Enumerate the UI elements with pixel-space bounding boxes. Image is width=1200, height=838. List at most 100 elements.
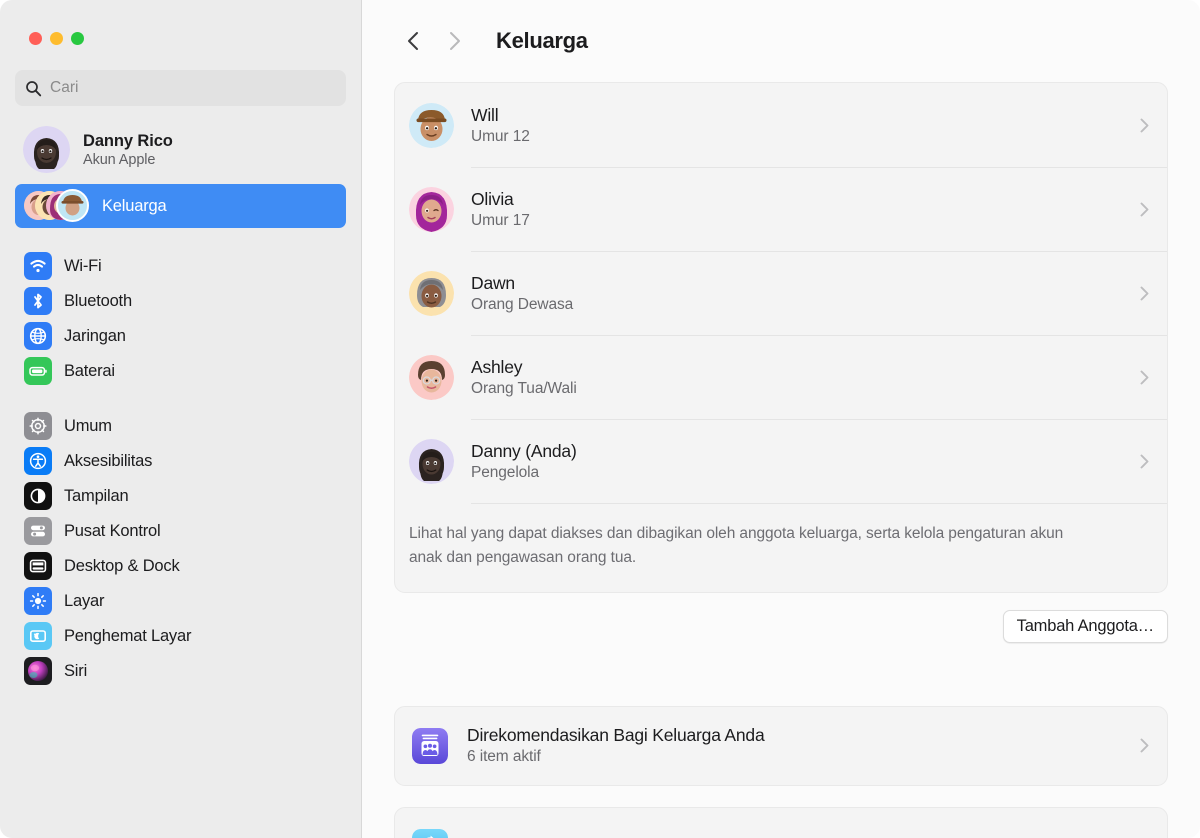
wifi-icon xyxy=(24,252,52,280)
globe-icon xyxy=(24,322,52,350)
member-text: Will Umur 12 xyxy=(471,105,1137,146)
display-brightness-icon xyxy=(24,587,52,615)
desktop-dock-icon xyxy=(24,552,52,580)
control-center-icon xyxy=(24,517,52,545)
member-role: Orang Dewasa xyxy=(471,295,574,313)
sidebar-item-label: Jaringan xyxy=(64,326,126,345)
avatar xyxy=(409,270,454,316)
member-name: Ashley xyxy=(471,356,523,377)
subscriptions-card[interactable]: Langganan xyxy=(394,806,1168,838)
family-jar-icon xyxy=(412,727,448,764)
table-row[interactable]: Will Umur 12 xyxy=(395,83,1167,167)
bluetooth-icon xyxy=(24,287,52,315)
sidebar-item-wifi[interactable]: Wi-Fi xyxy=(15,249,346,283)
sidebar-item-aksesibilitas[interactable]: Aksesibilitas xyxy=(15,444,346,478)
sidebar-item-label: Baterai xyxy=(64,361,115,380)
card-spacer xyxy=(394,786,1168,807)
add-member-button[interactable]: Tambah Anggota… xyxy=(1002,609,1168,643)
account-subtitle: Akun Apple xyxy=(83,151,156,168)
sidebar-item-label: Wi-Fi xyxy=(64,256,102,275)
sidebar-item-keluarga[interactable]: Keluarga xyxy=(15,184,346,228)
family-members-card: Will Umur 12 Olivia Umur 17 Dawn Orang D… xyxy=(394,82,1168,593)
maximize-window-button[interactable] xyxy=(71,32,84,45)
member-name: Danny (Anda) xyxy=(471,440,577,461)
sidebar-item-penghemat-layar[interactable]: Penghemat Layar xyxy=(15,619,346,653)
minimize-window-button[interactable] xyxy=(50,32,63,45)
avatar xyxy=(23,126,70,173)
family-description-text: Lihat hal yang dapat diakses dan dibagik… xyxy=(409,525,1064,567)
sidebar-item-label: Penghemat Layar xyxy=(64,626,192,645)
sidebar-item-label: Pusat Kontrol xyxy=(64,521,161,540)
sidebar-item-apple-account[interactable]: Danny Rico Akun Apple xyxy=(15,114,346,184)
chevron-right-icon xyxy=(1137,286,1149,301)
family-avatar-4 xyxy=(56,189,89,222)
member-text: Olivia Umur 17 xyxy=(471,189,1137,230)
sidebar-item-label: Desktop & Dock xyxy=(64,556,180,575)
sidebar-item-layar[interactable]: Layar xyxy=(15,584,346,618)
table-row[interactable]: Dawn Orang Dewasa xyxy=(395,251,1167,335)
sidebar-item-desktop-dock[interactable]: Desktop & Dock xyxy=(15,549,346,583)
feature-title: Direkomendasikan Bagi Keluarga Anda xyxy=(467,725,765,746)
toolbar: Keluarga xyxy=(362,0,1200,82)
member-role: Orang Tua/Wali xyxy=(471,379,577,397)
family-description: Lihat hal yang dapat diakses dan dibagik… xyxy=(395,503,1167,592)
table-row[interactable]: Danny (Anda) Pengelola xyxy=(395,419,1167,503)
avatar xyxy=(409,102,454,148)
nav-group-divider xyxy=(15,389,346,409)
page-title: Keluarga xyxy=(496,28,588,53)
window-traffic-lights xyxy=(0,0,361,62)
avatar xyxy=(409,186,454,232)
avatar xyxy=(409,438,454,484)
sidebar-item-label: Bluetooth xyxy=(64,291,132,310)
account-text: Danny Rico Akun Apple xyxy=(83,132,173,168)
recommended-for-family-card[interactable]: Direkomendasikan Bagi Keluarga Anda 6 it… xyxy=(394,705,1168,786)
sidebar-item-bluetooth[interactable]: Bluetooth xyxy=(15,284,346,318)
subscriptions-icon xyxy=(412,828,448,838)
search-input[interactable] xyxy=(50,79,336,97)
family-avatars-stack xyxy=(24,189,90,223)
member-text: Dawn Orang Dewasa xyxy=(471,273,1137,314)
feature-subtitle: 6 item aktif xyxy=(467,748,541,766)
sidebar-item-label: Umum xyxy=(64,416,112,435)
add-member-row: Tambah Anggota… xyxy=(394,593,1168,643)
close-window-button[interactable] xyxy=(29,32,42,45)
member-name: Will xyxy=(471,104,499,125)
member-role: Pengelola xyxy=(471,463,540,481)
sidebar-item-baterai[interactable]: Baterai xyxy=(15,354,346,388)
content-pane: Keluarga Will Umur 12 Olivia Umur 17 Daw… xyxy=(362,0,1200,838)
member-role: Umur 12 xyxy=(471,127,530,145)
table-row[interactable]: Ashley Orang Tua/Wali xyxy=(395,335,1167,419)
appearance-icon xyxy=(24,482,52,510)
sidebar-nav: Danny Rico Akun Apple Keluarga Wi-Fi Blu… xyxy=(0,106,361,838)
sidebar-item-jaringan[interactable]: Jaringan xyxy=(15,319,346,353)
feature-row[interactable]: Direkomendasikan Bagi Keluarga Anda 6 it… xyxy=(395,707,1167,785)
accessibility-icon xyxy=(24,447,52,475)
sidebar-item-umum[interactable]: Umum xyxy=(15,409,346,443)
sidebar-item-label: Keluarga xyxy=(102,196,167,215)
back-button[interactable] xyxy=(394,21,434,61)
sidebar-item-siri[interactable]: Siri xyxy=(15,654,346,688)
siri-icon xyxy=(24,657,52,685)
search-container xyxy=(0,62,361,106)
sidebar-item-label: Tampilan xyxy=(64,486,129,505)
search-icon xyxy=(25,80,42,97)
sidebar-item-pusat-kontrol[interactable]: Pusat Kontrol xyxy=(15,514,346,548)
sidebar-item-tampilan[interactable]: Tampilan xyxy=(15,479,346,513)
account-name: Danny Rico xyxy=(83,131,173,150)
member-text: Danny (Anda) Pengelola xyxy=(471,441,1137,482)
system-settings-window: Danny Rico Akun Apple xyxy=(0,0,1200,838)
nav-group-divider xyxy=(15,229,346,249)
member-role: Umur 17 xyxy=(471,211,530,229)
forward-button[interactable] xyxy=(434,21,474,61)
gear-icon xyxy=(24,412,52,440)
feature-row[interactable]: Langganan xyxy=(395,808,1167,838)
screen-saver-icon xyxy=(24,622,52,650)
search-field[interactable] xyxy=(15,70,346,106)
chevron-right-icon xyxy=(1137,118,1149,133)
chevron-right-icon xyxy=(1137,738,1149,753)
avatar xyxy=(409,354,454,400)
sidebar-item-label: Layar xyxy=(64,591,105,610)
member-text: Ashley Orang Tua/Wali xyxy=(471,357,1137,398)
table-row[interactable]: Olivia Umur 17 xyxy=(395,167,1167,251)
